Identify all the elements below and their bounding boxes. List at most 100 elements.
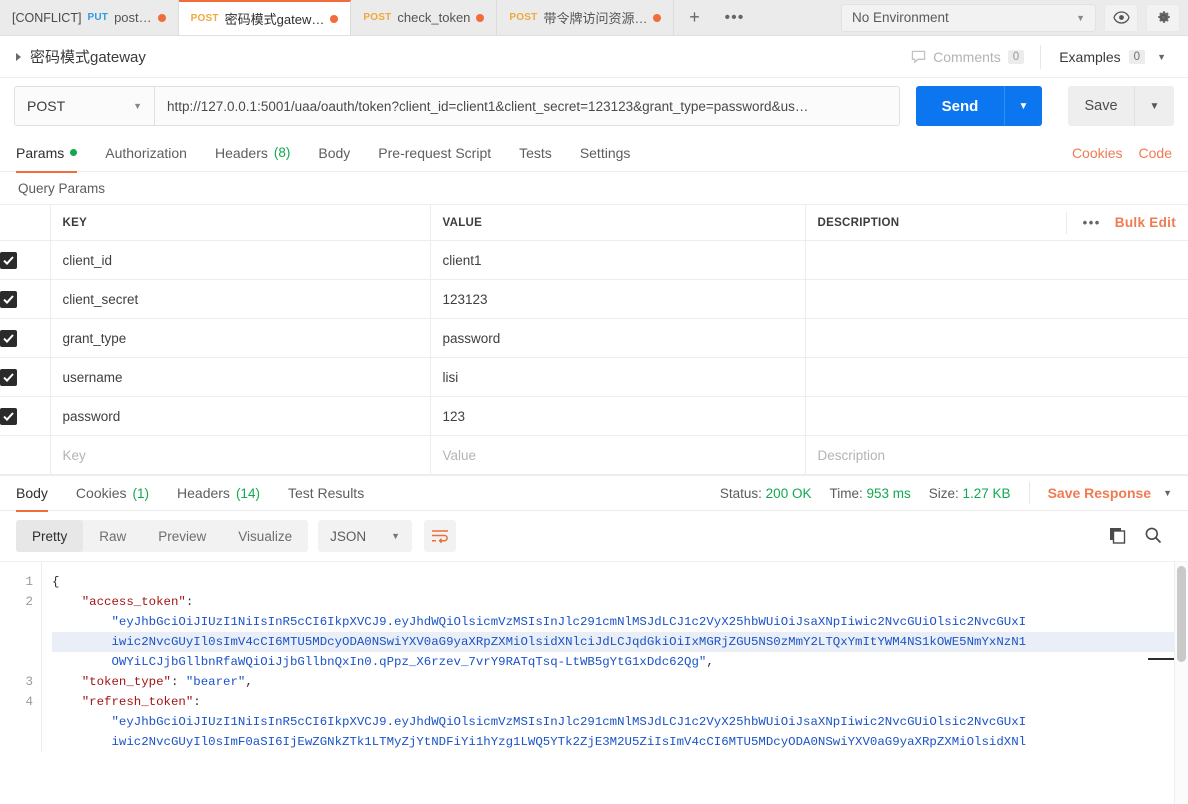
response-tab-headers-label: Headers (177, 485, 230, 501)
view-mode-visualize[interactable]: Visualize (222, 520, 308, 552)
send-button[interactable]: Send (916, 86, 1004, 126)
tab-body-label: Body (318, 144, 351, 161)
param-description[interactable] (805, 357, 1188, 397)
param-key[interactable]: grant_type (50, 318, 431, 358)
response-tab-bar: Body Cookies (1) Headers (14) Test Resul… (0, 475, 1188, 512)
unsaved-dot-icon (330, 14, 339, 23)
chevron-down-icon: ▼ (1076, 12, 1085, 23)
chevron-down-icon: ▼ (391, 531, 401, 541)
param-key[interactable]: client_id (50, 240, 431, 280)
row-checkbox-cell (0, 357, 51, 397)
code-link[interactable]: Code (1139, 145, 1172, 161)
status-label: Status: (719, 485, 762, 501)
tab-headers[interactable]: Headers (8) (201, 134, 304, 172)
save-options-button[interactable]: ▼ (1134, 86, 1174, 126)
tab-body[interactable]: Body (304, 134, 364, 172)
param-key[interactable]: client_secret (50, 279, 431, 319)
settings-button[interactable] (1146, 3, 1180, 32)
new-tab-button[interactable]: + (674, 0, 714, 35)
examples-button[interactable]: Examples 0 ▼ (1041, 49, 1172, 65)
tab-method-label: POST (190, 13, 219, 24)
request-config-tabs: Params Authorization Headers (8) Body Pr… (0, 134, 1188, 173)
request-tab-0[interactable]: [CONFLICT] PUT post… (0, 0, 179, 35)
tab-pre-request-script[interactable]: Pre-request Script (364, 134, 505, 172)
param-description[interactable] (805, 279, 1188, 319)
time-badge: Time: 953 ms (829, 486, 910, 501)
request-tab-3[interactable]: POST 带令牌访问资源… (497, 0, 675, 35)
param-enabled-checkbox[interactable] (0, 368, 17, 386)
response-body-code[interactable]: { "access_token": "eyJhbGciOiJIUzI1NiIsI… (42, 562, 1188, 752)
bulk-edit-button[interactable]: Bulk Edit (1115, 215, 1176, 230)
response-tab-body[interactable]: Body (16, 475, 62, 512)
tab-method-label: PUT (87, 12, 109, 23)
scrollbar-thumb[interactable] (1177, 566, 1186, 662)
response-tab-cookies[interactable]: Cookies (1) (62, 475, 163, 511)
param-description[interactable] (805, 240, 1188, 280)
view-mode-pretty[interactable]: Pretty (16, 520, 84, 552)
http-method-selector[interactable]: POST ▼ (14, 86, 154, 126)
request-tab-2[interactable]: POST check_token (351, 0, 498, 35)
response-tab-headers[interactable]: Headers (14) (163, 475, 274, 511)
time-value: 953 ms (866, 485, 911, 501)
response-format-selector[interactable]: JSON ▼ (318, 520, 413, 552)
url-text: http://127.0.0.1:5001/uaa/oauth/token?cl… (167, 98, 809, 114)
param-value[interactable]: 123123 (430, 279, 806, 319)
response-tab-cookies-label: Cookies (75, 485, 127, 501)
send-options-button[interactable]: ▼ (1004, 86, 1042, 126)
search-icon (1145, 527, 1162, 543)
save-button[interactable]: Save (1068, 86, 1134, 126)
view-mode-raw[interactable]: Raw (83, 520, 142, 552)
vertical-scrollbar[interactable] (1174, 562, 1188, 804)
row-checkbox-cell (0, 240, 51, 280)
gear-icon (1157, 11, 1170, 23)
param-enabled-checkbox[interactable] (0, 407, 17, 425)
copy-button[interactable] (1108, 526, 1126, 547)
row-checkbox-cell (0, 279, 51, 319)
cookies-link[interactable]: Cookies (1072, 145, 1123, 161)
tab-pre-request-script-label: Pre-request Script (378, 144, 492, 161)
response-body-viewer[interactable]: 12 34 { "access_token": "eyJhbGciOiJIUzI… (0, 561, 1188, 804)
environment-quick-look-button[interactable] (1104, 3, 1138, 32)
view-mode-preview[interactable]: Preview (142, 520, 222, 552)
tabbar-right-group: No Environment ▼ (833, 0, 1188, 35)
tab-params[interactable]: Params (16, 134, 91, 173)
tab-settings[interactable]: Settings (566, 134, 645, 172)
param-value[interactable]: lisi (430, 357, 806, 397)
param-enabled-checkbox[interactable] (0, 290, 17, 308)
param-enabled-checkbox[interactable] (0, 329, 17, 347)
new-param-value-input[interactable]: Value (430, 435, 806, 475)
param-key[interactable]: password (50, 396, 431, 436)
size-label: Size: (928, 485, 959, 501)
tab-more-options-button[interactable]: ••• (714, 0, 754, 35)
tab-authorization[interactable]: Authorization (91, 134, 201, 172)
param-key[interactable]: username (50, 357, 431, 397)
new-param-description-input[interactable]: Description (805, 435, 1188, 475)
params-more-button[interactable]: ••• (1083, 215, 1101, 230)
chevron-right-icon[interactable] (16, 52, 21, 61)
tab-headers-label: Headers (214, 144, 268, 161)
tab-tests[interactable]: Tests (505, 134, 566, 172)
header-value: VALUE (430, 204, 806, 241)
response-tab-test-results[interactable]: Test Results (274, 475, 378, 511)
unsaved-dot-icon (476, 13, 485, 22)
url-input[interactable]: http://127.0.0.1:5001/uaa/oauth/token?cl… (154, 86, 900, 126)
send-button-group: Send ▼ (916, 86, 1042, 126)
save-response-button[interactable]: Save Response ▼ (1028, 482, 1172, 504)
unsaved-dot-icon (157, 13, 166, 22)
search-button[interactable] (1144, 526, 1162, 547)
new-param-key-input[interactable]: Key (50, 435, 431, 475)
environment-selector[interactable]: No Environment ▼ (841, 3, 1096, 32)
param-description[interactable] (805, 396, 1188, 436)
http-method-label: POST (27, 98, 66, 114)
param-value[interactable]: 123 (430, 396, 806, 436)
comments-button[interactable]: Comments 0 (895, 44, 1042, 69)
request-tab-1[interactable]: POST 密码模式gatew… (178, 0, 352, 35)
param-enabled-checkbox[interactable] (0, 251, 17, 269)
word-wrap-button[interactable] (424, 520, 457, 552)
tab-name-label: post… (114, 10, 152, 25)
table-row: client_id client1 (0, 240, 1188, 280)
param-description[interactable] (805, 318, 1188, 358)
param-value[interactable]: client1 (430, 240, 806, 280)
query-params-table: KEY VALUE DESCRIPTION ••• Bulk Edit clie… (0, 204, 1188, 475)
param-value[interactable]: password (430, 318, 806, 358)
